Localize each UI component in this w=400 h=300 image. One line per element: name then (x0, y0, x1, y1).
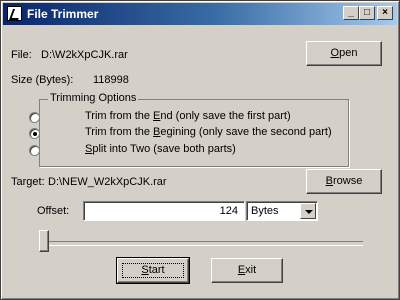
file-label: File: (11, 49, 32, 61)
open-button[interactable]: Open (306, 41, 382, 66)
browse-button[interactable]: Browse (306, 169, 382, 194)
offset-value: 124 (219, 205, 238, 217)
option-trim-beginning-label: Trim from the Begining (only save the se… (85, 126, 332, 138)
radio-split-two[interactable] (29, 145, 40, 156)
unit-select[interactable]: Bytes (246, 201, 318, 221)
file-path: D:\W2kXpCJK.rar (41, 49, 128, 61)
unit-value: Bytes (251, 205, 279, 217)
file-trimmer-window: File Trimmer _ □ × File: D:\W2kXpCJK.rar… (0, 0, 400, 300)
start-button[interactable]: Start (116, 257, 190, 284)
close-button[interactable]: × (377, 6, 393, 20)
offset-label: Offset: (37, 205, 70, 217)
title-bar[interactable]: File Trimmer _ □ × (3, 3, 397, 25)
size-value: 118998 (93, 74, 129, 86)
option-split-two-label: Split into Two (save both parts) (85, 143, 236, 155)
radio-trim-beginning[interactable] (29, 128, 40, 139)
chevron-down-icon[interactable] (300, 203, 316, 219)
maximize-button[interactable]: □ (359, 6, 375, 20)
trimming-options-legend: Trimming Options (48, 92, 139, 104)
offset-slider-track[interactable] (43, 241, 363, 246)
target-label: Target: (11, 176, 45, 188)
radio-trim-end[interactable] (29, 112, 40, 123)
offset-slider-thumb[interactable] (39, 230, 49, 252)
app-icon[interactable] (7, 6, 22, 21)
option-trim-end-label: Trim from the End (only save the first p… (85, 110, 291, 122)
size-label: Size (Bytes): (11, 74, 74, 86)
minimize-button[interactable]: _ (343, 6, 359, 20)
offset-input[interactable]: 124 (83, 201, 245, 221)
target-path: D:\NEW_W2kXpCJK.rar (48, 176, 167, 188)
exit-button[interactable]: Exit (211, 258, 283, 283)
window-title: File Trimmer (27, 7, 99, 21)
